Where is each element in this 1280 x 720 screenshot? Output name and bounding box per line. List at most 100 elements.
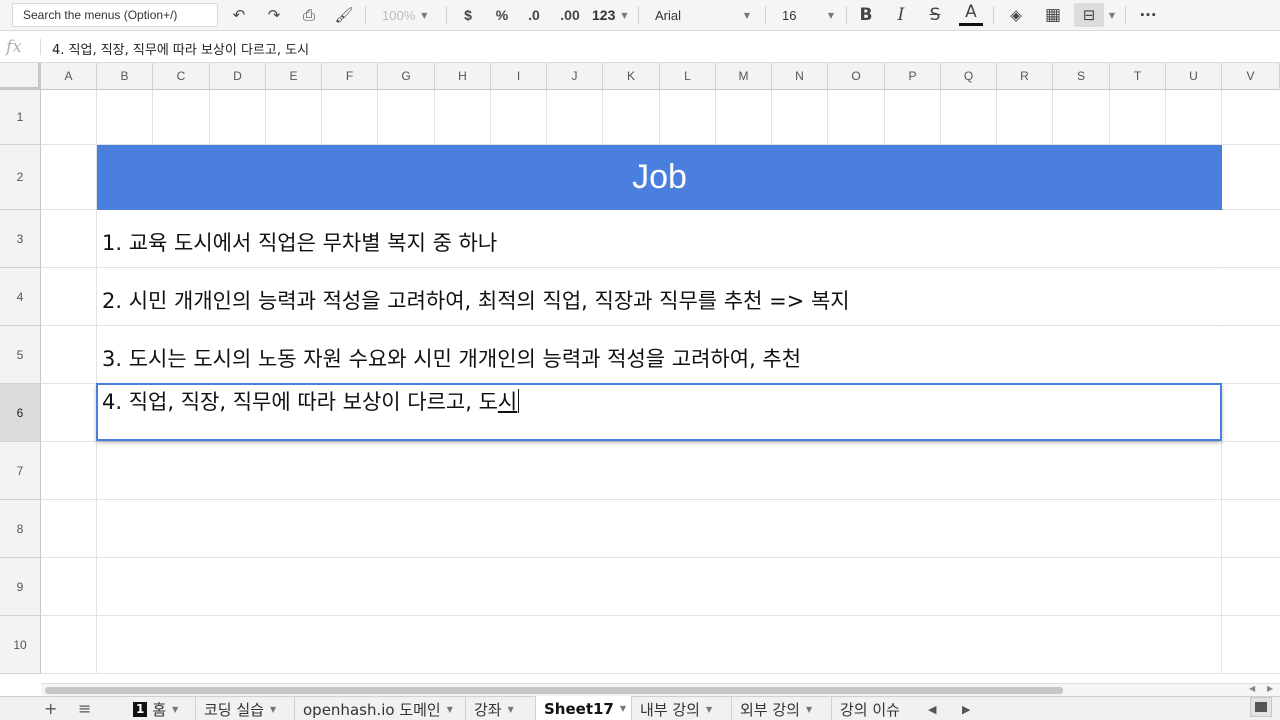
formula-input[interactable]: 4. 직업, 직장, 직무에 따라 보상이 다르고, 도시 <box>52 39 309 58</box>
grid-row-line <box>41 499 1280 500</box>
fill-color-icon[interactable]: ◈ <box>1004 3 1028 27</box>
column-header-l[interactable]: L <box>660 63 716 90</box>
sheet-tab-label: 강좌 <box>474 700 502 719</box>
chevron-down-icon[interactable]: ▼ <box>1106 3 1118 27</box>
row-header-8[interactable]: 8 <box>0 500 41 558</box>
column-header-e[interactable]: E <box>266 63 322 90</box>
row-header-3[interactable]: 3 <box>0 210 41 268</box>
text-cursor <box>518 389 520 413</box>
column-header-p[interactable]: P <box>885 63 941 90</box>
row-header-7[interactable]: 7 <box>0 442 41 500</box>
select-all-corner[interactable] <box>0 63 41 90</box>
column-header-v[interactable]: V <box>1222 63 1280 90</box>
print-icon[interactable]: ⎙ <box>297 3 321 27</box>
bold-button[interactable]: B <box>854 3 878 27</box>
horizontal-scrollbar[interactable]: ◀ ▶ <box>41 683 1280 696</box>
font-size-select[interactable]: 16 ▼ <box>782 3 834 27</box>
column-header-o[interactable]: O <box>828 63 885 90</box>
text-color-swatch <box>959 23 983 26</box>
row-header-1[interactable]: 1 <box>0 90 41 145</box>
font-family-select[interactable]: Arial ▼ <box>655 3 750 27</box>
explore-button[interactable] <box>1250 697 1272 717</box>
currency-format-button[interactable]: $ <box>456 3 480 27</box>
all-sheets-button[interactable]: ≡ <box>78 699 91 718</box>
more-options-button[interactable]: ··· <box>1136 3 1160 27</box>
column-header-a[interactable]: A <box>41 63 97 90</box>
zoom-value: 100% <box>382 7 416 23</box>
column-header-j[interactable]: J <box>547 63 603 90</box>
zoom-select[interactable]: 100% ▼ <box>382 3 427 27</box>
grid-column-line <box>940 90 941 145</box>
tabs-scroll-right-icon[interactable]: ▶ <box>962 703 970 716</box>
percent-format-button[interactable]: % <box>490 3 514 27</box>
chevron-down-icon: ▼ <box>743 10 750 20</box>
merge-cells-icon[interactable]: ⊟ <box>1074 3 1104 27</box>
paint-format-icon[interactable]: 🖌 <box>332 3 356 27</box>
chevron-down-icon: ▼ <box>805 704 813 714</box>
column-header-i[interactable]: I <box>491 63 547 90</box>
add-sheet-button[interactable]: + <box>44 699 57 718</box>
column-header-s[interactable]: S <box>1053 63 1110 90</box>
scrollbar-thumb[interactable] <box>45 687 1063 694</box>
spreadsheet-grid: ABCDEFGHIJKLMNOPQRSTUV 1 2 3 4 5 6 7 8 9 10 Job 1… <box>0 63 1280 683</box>
cell-line-3: 3. 도시는 도시의 노동 자원 수요와 시민 개개인의 능력과 적성을 고려하… <box>102 347 802 371</box>
column-header-r[interactable]: R <box>997 63 1053 90</box>
borders-icon[interactable]: ▦ <box>1041 3 1065 27</box>
row-header-9[interactable]: 9 <box>0 558 41 616</box>
sheet-tab-external-lecture[interactable]: 외부 강의 ▼ <box>732 697 832 720</box>
column-header-h[interactable]: H <box>435 63 491 90</box>
grid-row-line <box>41 441 1280 442</box>
scroll-left-arrow-icon[interactable]: ◀ <box>1249 684 1255 693</box>
grid-column-line <box>265 90 266 145</box>
column-header-f[interactable]: F <box>322 63 378 90</box>
sheet-tab-course[interactable]: 강좌 ▼ <box>466 697 536 720</box>
sheet-tab-label: 외부 강의 <box>740 700 800 719</box>
scroll-right-arrow-icon[interactable]: ▶ <box>1267 684 1273 693</box>
column-header-b[interactable]: B <box>97 63 153 90</box>
sheet-tab-home[interactable]: 1 홈 ▼ <box>125 697 196 720</box>
column-header-m[interactable]: M <box>716 63 772 90</box>
column-header-d[interactable]: D <box>210 63 266 90</box>
increase-decimal-button[interactable]: .00 <box>558 3 582 27</box>
grid-column-line <box>1165 90 1166 145</box>
text-color-button[interactable]: A <box>959 0 983 24</box>
sheet-tab-internal-lecture[interactable]: 내부 강의 ▼ <box>632 697 732 720</box>
more-formats-select[interactable]: 123 ▼ <box>592 3 628 27</box>
column-header-n[interactable]: N <box>772 63 828 90</box>
sheet-tab-openhash[interactable]: openhash.io 도메인 ▼ <box>295 697 466 720</box>
grid-column-line <box>377 90 378 145</box>
function-icon: fx <box>6 37 22 57</box>
row-header-2[interactable]: 2 <box>0 145 41 210</box>
row-header-10[interactable]: 10 <box>0 616 41 674</box>
cell-line-4[interactable]: 4. 직업, 직장, 직무에 따라 보상이 다르고, 도시 <box>102 386 520 416</box>
row-header-4[interactable]: 4 <box>0 268 41 326</box>
grid-column-line <box>1052 90 1053 145</box>
redo-icon[interactable]: ↷ <box>262 3 286 27</box>
sheet-tab-sheet17[interactable]: Sheet17 ▼ <box>536 696 632 720</box>
row-header-5[interactable]: 5 <box>0 326 41 384</box>
formula-bar: fx 4. 직업, 직장, 직무에 따라 보상이 다르고, 도시 <box>0 31 1280 63</box>
grid-column-line <box>152 90 153 145</box>
column-header-u[interactable]: U <box>1166 63 1222 90</box>
chevron-down-icon: ▼ <box>421 10 428 20</box>
search-menus-input[interactable]: Search the menus (Option+/) <box>12 3 218 27</box>
strikethrough-button[interactable]: S <box>923 3 947 27</box>
sheet-tab-lecture-issues[interactable]: 강의 이슈 <box>832 697 912 720</box>
tabs-scroll-left-icon[interactable]: ◀ <box>928 703 936 716</box>
more-formats-label: 123 <box>592 7 616 23</box>
column-header-c[interactable]: C <box>153 63 210 90</box>
column-header-g[interactable]: G <box>378 63 435 90</box>
decrease-decimal-button[interactable]: .0 <box>522 3 546 27</box>
sheet-tab-coding[interactable]: 코딩 실습 ▼ <box>196 697 295 720</box>
grid-column-line <box>434 90 435 145</box>
column-header-k[interactable]: K <box>603 63 660 90</box>
undo-icon[interactable]: ↶ <box>227 3 251 27</box>
grid-column-line <box>490 90 491 145</box>
column-header-t[interactable]: T <box>1110 63 1166 90</box>
row-header-6[interactable]: 6 <box>0 384 41 442</box>
job-banner-cell[interactable]: Job <box>97 145 1222 210</box>
column-header-q[interactable]: Q <box>941 63 997 90</box>
grid-row-line <box>41 325 1280 326</box>
toolbar-divider <box>638 6 639 24</box>
italic-button[interactable]: I <box>889 3 913 27</box>
